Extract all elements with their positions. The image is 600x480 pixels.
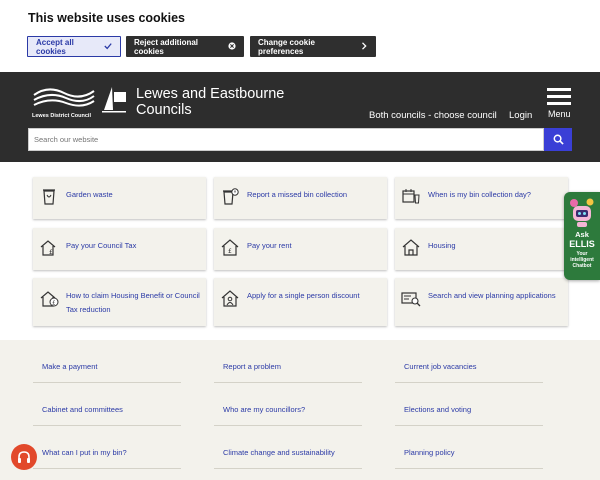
service-card-council-tax[interactable]: £ Pay your Council Tax <box>33 228 206 270</box>
house-icon <box>402 239 420 256</box>
housing-benefit-icon: £ <box>40 291 59 307</box>
listen-button[interactable] <box>11 444 37 470</box>
divider <box>33 382 181 383</box>
single-person-icon <box>221 290 239 307</box>
hamburger-icon-bar <box>547 95 571 98</box>
divider <box>395 468 543 469</box>
service-card-missed-bin[interactable]: Report a missed bin collection <box>214 177 387 219</box>
hamburger-icon <box>547 88 571 91</box>
accept-cookies-label: Accept all cookies <box>36 37 74 56</box>
council-tax-icon: £ <box>40 240 56 256</box>
service-label: When is my bin collection day? <box>428 190 531 199</box>
accept-cookies-button[interactable]: Accept all cookies <box>27 36 121 57</box>
divider <box>395 425 543 426</box>
service-label: Garden waste <box>66 190 113 199</box>
quick-links-section: Make a payment Report a problem Current … <box>0 340 600 480</box>
svg-text:£: £ <box>49 249 53 256</box>
missed-bin-icon <box>223 188 239 205</box>
site-name[interactable]: Lewes and Eastbourne Councils <box>136 86 306 118</box>
divider <box>395 382 543 383</box>
eastbourne-crest-icon <box>102 87 126 113</box>
chatbot-button[interactable]: Ask ELLIS Your intelligent Chatbot <box>564 192 600 280</box>
menu-button[interactable]: Menu <box>545 88 573 122</box>
service-card-housing[interactable]: Housing <box>395 228 568 270</box>
chatbot-ask-label: Ask <box>575 230 589 239</box>
planning-icon <box>401 292 421 307</box>
quick-link-job-vacancies[interactable]: Current job vacancies <box>404 362 477 371</box>
quick-link-planning-policy[interactable]: Planning policy <box>404 448 454 457</box>
service-card-housing-benefit[interactable]: £ How to claim Housing Benefit or Counci… <box>33 278 206 326</box>
chatbot-subtitle: Your intelligent Chatbot <box>564 251 600 269</box>
service-label: Search and view planning applications <box>428 291 556 300</box>
quick-link-councillors[interactable]: Who are my councillors? <box>223 405 305 414</box>
chatbot-subtitle-line: Chatbot <box>572 263 592 269</box>
garden-bin-icon <box>43 189 55 205</box>
check-icon <box>104 42 112 52</box>
quick-link-report-problem[interactable]: Report a problem <box>223 362 281 371</box>
quick-link-bin-contents[interactable]: What can I put in my bin? <box>42 448 127 457</box>
login-link[interactable]: Login <box>509 110 532 121</box>
change-cookies-label: Change cookie preferences <box>258 37 315 56</box>
divider <box>33 425 181 426</box>
lewes-logo-text: Lewes District Council <box>32 113 91 119</box>
eastbourne-logo[interactable] <box>101 84 127 116</box>
headphones-icon <box>18 451 30 463</box>
service-label: Pay your Council Tax <box>66 241 137 250</box>
divider <box>214 425 362 426</box>
robot-icon <box>570 198 594 227</box>
lewes-waves-icon <box>33 88 95 107</box>
calendar-bin-icon <box>402 189 420 204</box>
search-button[interactable] <box>544 128 572 151</box>
cookie-banner: This website uses cookies Accept all coo… <box>0 0 600 72</box>
search-box <box>28 128 544 151</box>
divider <box>214 382 362 383</box>
service-card-planning[interactable]: Search and view planning applications <box>395 278 568 326</box>
service-label: Housing <box>428 241 456 250</box>
reject-cookies-label: Reject additional cookies <box>134 37 199 56</box>
cookie-title: This website uses cookies <box>28 11 186 25</box>
service-label: Apply for a single person discount <box>247 291 360 300</box>
quick-link-elections[interactable]: Elections and voting <box>404 405 471 414</box>
service-label: Report a missed bin collection <box>247 190 348 199</box>
chatbot-name: ELLIS <box>569 239 595 249</box>
svg-text:£: £ <box>228 248 232 255</box>
menu-label: Menu <box>548 109 571 119</box>
lewes-logo[interactable]: Lewes District Council <box>32 85 96 119</box>
quick-link-make-payment[interactable]: Make a payment <box>42 362 97 371</box>
quick-link-climate[interactable]: Climate change and sustainability <box>223 448 335 457</box>
service-label: Pay your rent <box>247 241 292 250</box>
hamburger-icon-bar <box>547 102 571 105</box>
site-header: Lewes District Council Lewes and Eastbou… <box>0 72 600 162</box>
service-card-single-person[interactable]: Apply for a single person discount <box>214 278 387 326</box>
rent-house-icon: £ <box>221 239 239 256</box>
search-icon <box>553 134 564 145</box>
reject-cookies-button[interactable]: Reject additional cookies <box>126 36 244 57</box>
choose-council-link[interactable]: Both councils - choose council <box>369 110 497 121</box>
service-label: How to claim Housing Benefit or Council … <box>66 291 200 314</box>
service-card-garden-waste[interactable]: Garden waste <box>33 177 206 219</box>
divider <box>214 468 362 469</box>
close-circle-icon <box>228 41 236 52</box>
quick-link-cabinet[interactable]: Cabinet and committees <box>42 405 123 414</box>
svg-text:£: £ <box>52 301 56 307</box>
service-card-rent[interactable]: £ Pay your rent <box>214 228 387 270</box>
divider <box>33 468 181 469</box>
search-input[interactable] <box>29 129 543 150</box>
service-card-bin-day[interactable]: When is my bin collection day? <box>395 177 568 219</box>
chevron-right-icon <box>361 41 368 52</box>
change-cookies-button[interactable]: Change cookie preferences <box>250 36 376 57</box>
